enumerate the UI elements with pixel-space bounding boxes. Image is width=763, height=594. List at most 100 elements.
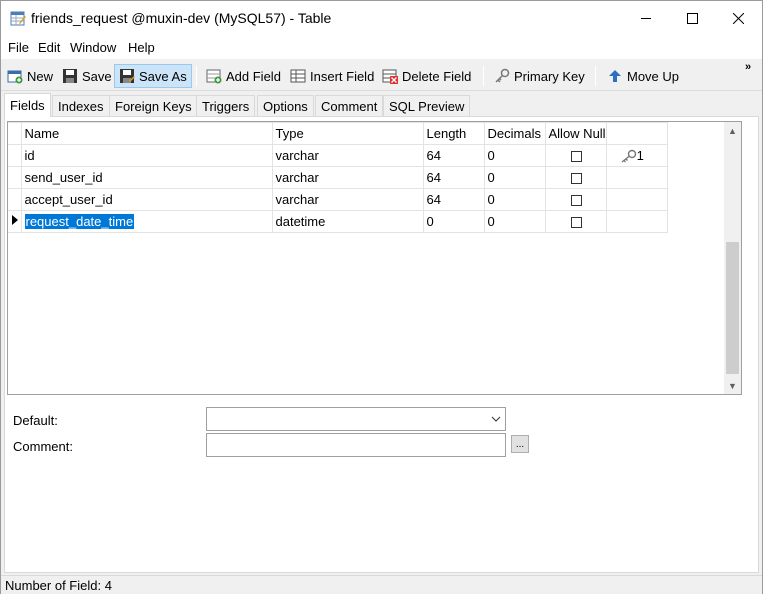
column-header-key	[605, 122, 668, 145]
field-name-cell[interactable]: send_user_id	[20, 166, 273, 189]
selected-field-name[interactable]: request_date_time	[24, 214, 135, 229]
tab-comment[interactable]: Comment	[315, 95, 384, 117]
column-header-allow-null[interactable]: Allow Null	[544, 122, 607, 145]
field-name-cell[interactable]: id	[20, 144, 273, 167]
key-cell[interactable]	[605, 188, 668, 211]
tab-triggers[interactable]: Triggers	[196, 95, 256, 117]
field-decimals-cell[interactable]: 0	[483, 188, 546, 211]
window-title: friends_request @muxin-dev (MySQL57) - T…	[31, 10, 332, 26]
close-icon	[732, 12, 744, 24]
allow-null-checkbox[interactable]	[570, 217, 582, 229]
comment-ellipsis-button[interactable]: ...	[511, 435, 529, 453]
fields-table: Name Type Length Decimals Allow Null id …	[8, 122, 668, 233]
column-header-type[interactable]: Type	[271, 122, 424, 145]
new-table-icon	[7, 70, 23, 84]
grid-vertical-scrollbar[interactable]: ▲ ▼	[724, 122, 741, 394]
key-icon	[495, 68, 510, 83]
scroll-down-icon[interactable]: ▼	[724, 377, 741, 394]
table-designer-window: friends_request @muxin-dev (MySQL57) - T…	[0, 0, 763, 594]
allow-null-cell[interactable]	[544, 144, 607, 167]
comment-input[interactable]	[206, 433, 506, 457]
row-marker	[8, 166, 22, 189]
field-length-cell[interactable]: 64	[422, 188, 485, 211]
toolbar-separator	[483, 66, 484, 86]
key-cell[interactable]: 1	[605, 144, 668, 167]
insert-field-button[interactable]: Insert Field	[286, 64, 378, 88]
tab-bar: Fields Indexes Foreign Keys Triggers Opt…	[4, 93, 759, 117]
minimize-button[interactable]	[623, 1, 669, 35]
row-marker-header	[8, 122, 22, 145]
add-field-button[interactable]: Add Field	[202, 64, 285, 88]
column-header-length[interactable]: Length	[422, 122, 485, 145]
table-row-selected[interactable]: request_date_time datetime 0 0	[8, 210, 668, 233]
insert-field-label: Insert Field	[310, 68, 375, 84]
table-header-row: Name Type Length Decimals Allow Null	[8, 122, 668, 145]
insert-field-icon	[290, 69, 306, 83]
menu-file[interactable]: File	[8, 40, 29, 55]
row-marker	[8, 144, 22, 167]
maximize-button[interactable]	[669, 1, 715, 35]
primary-key-icon	[621, 150, 636, 163]
menu-edit[interactable]: Edit	[38, 40, 60, 55]
tab-fields[interactable]: Fields	[4, 93, 51, 117]
allow-null-cell[interactable]	[544, 210, 607, 233]
table-row[interactable]: id varchar 64 0 1	[8, 144, 668, 167]
save-as-icon	[120, 69, 135, 83]
add-field-label: Add Field	[226, 68, 281, 84]
save-button[interactable]: Save	[58, 64, 116, 88]
field-type-cell[interactable]: datetime	[271, 210, 424, 233]
table-design-icon	[10, 11, 26, 26]
menu-window[interactable]: Window	[70, 40, 116, 55]
tab-foreign-keys[interactable]: Foreign Keys	[109, 95, 198, 117]
field-type-cell[interactable]: varchar	[271, 144, 424, 167]
table-row[interactable]: send_user_id varchar 64 0	[8, 166, 668, 189]
primary-key-order: 1	[636, 147, 644, 163]
maximize-icon	[686, 12, 698, 24]
new-button[interactable]: New	[3, 64, 57, 88]
field-length-cell[interactable]: 64	[422, 144, 485, 167]
default-select[interactable]	[206, 407, 506, 431]
close-button[interactable]	[715, 1, 761, 35]
delete-field-button[interactable]: Delete Field	[378, 64, 475, 88]
chevron-down-icon	[491, 416, 501, 422]
field-name-cell[interactable]: request_date_time	[20, 210, 273, 233]
key-cell[interactable]	[605, 210, 668, 233]
field-decimals-cell[interactable]: 0	[483, 210, 546, 233]
allow-null-cell[interactable]	[544, 188, 607, 211]
field-length-cell[interactable]: 0	[422, 210, 485, 233]
toolbar-separator	[196, 66, 197, 86]
field-decimals-cell[interactable]: 0	[483, 144, 546, 167]
toolbar-separator	[595, 66, 596, 86]
tab-indexes[interactable]: Indexes	[52, 95, 110, 117]
key-cell[interactable]	[605, 166, 668, 189]
field-length-cell[interactable]: 64	[422, 166, 485, 189]
tab-options[interactable]: Options	[257, 95, 314, 117]
menu-bar: File Edit Window Help	[1, 35, 762, 59]
field-decimals-cell[interactable]: 0	[483, 166, 546, 189]
column-header-decimals[interactable]: Decimals	[483, 122, 546, 145]
move-up-button[interactable]: Move Up	[603, 64, 683, 88]
column-header-name[interactable]: Name	[20, 122, 273, 145]
table-row[interactable]: accept_user_id varchar 64 0	[8, 188, 668, 211]
field-name-cell[interactable]: accept_user_id	[20, 188, 273, 211]
toolbar-overflow-icon[interactable]: »	[745, 62, 751, 73]
allow-null-checkbox[interactable]	[570, 195, 582, 207]
allow-null-checkbox[interactable]	[570, 151, 582, 163]
field-count-status: Number of Field: 4	[5, 578, 112, 593]
save-icon	[63, 69, 77, 83]
minimize-icon	[640, 17, 651, 19]
scroll-thumb[interactable]	[726, 242, 739, 374]
save-as-button[interactable]: Save As	[114, 64, 192, 88]
primary-key-button[interactable]: Primary Key	[490, 64, 589, 88]
allow-null-cell[interactable]	[544, 166, 607, 189]
field-type-cell[interactable]: varchar	[271, 166, 424, 189]
primary-key-label: Primary Key	[514, 68, 585, 84]
save-as-label: Save As	[139, 68, 187, 84]
tab-sql-preview[interactable]: SQL Preview	[383, 95, 471, 117]
row-marker	[8, 210, 22, 233]
allow-null-checkbox[interactable]	[570, 173, 582, 185]
arrow-up-icon	[609, 70, 621, 82]
menu-help[interactable]: Help	[128, 40, 155, 55]
scroll-up-icon[interactable]: ▲	[724, 122, 741, 139]
field-type-cell[interactable]: varchar	[271, 188, 424, 211]
